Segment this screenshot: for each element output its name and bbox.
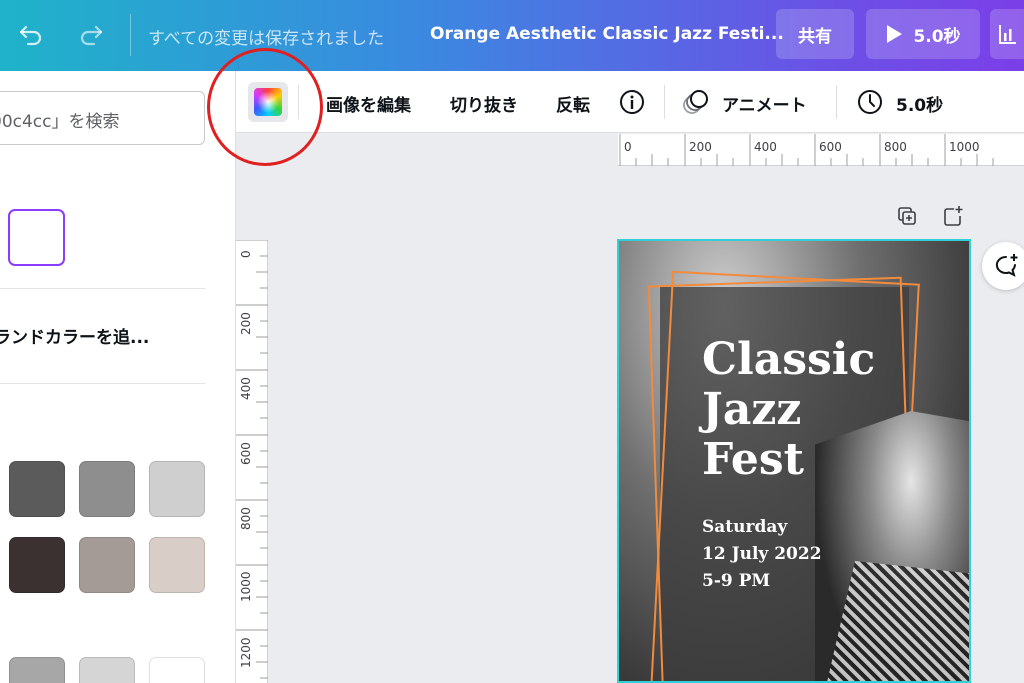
comment-add-icon (995, 254, 1018, 277)
top-bar: すべての変更は保存されました Orange Aesthetic Classic … (0, 0, 1024, 71)
add-page-button[interactable] (941, 204, 965, 228)
animate-button[interactable]: アニメート (722, 91, 807, 116)
color-swatch[interactable] (149, 461, 205, 517)
poster-design[interactable]: Classic Jazz Fest Saturday 12 July 2022 … (617, 239, 971, 683)
play-duration: 5.0秒 (913, 26, 961, 47)
ruler-label: 1200 (239, 637, 253, 668)
ruler-label: 400 (754, 140, 777, 154)
color-swatch[interactable] (9, 657, 65, 683)
ruler-label: 600 (239, 442, 253, 465)
share-button[interactable]: 共有 (776, 9, 854, 59)
undo-icon (19, 25, 42, 46)
info-icon (620, 90, 644, 114)
info-button[interactable] (618, 88, 646, 116)
duration-icon-wrap[interactable] (856, 88, 884, 116)
animate-icon (683, 90, 708, 114)
ruler-label: 800 (884, 140, 907, 154)
redo-button[interactable] (74, 18, 108, 52)
color-swatch[interactable] (79, 461, 135, 517)
crop-button[interactable]: 切り抜き (450, 91, 518, 116)
date-line: 5-9 PM (702, 571, 771, 591)
add-comment-button[interactable] (982, 242, 1024, 290)
color-swatch[interactable] (79, 657, 135, 683)
save-status: すべての変更は保存されました (148, 29, 385, 49)
color-swatch[interactable] (149, 657, 205, 683)
add-color-swatch[interactable] (8, 209, 65, 266)
flip-button[interactable]: 反転 (556, 91, 590, 116)
ruler-label: 1000 (949, 140, 980, 154)
title-line: Jazz (702, 384, 802, 435)
ruler-label: 200 (689, 140, 712, 154)
toolbar-divider (664, 85, 665, 119)
ruler-label: 0 (624, 140, 632, 154)
ruler-label: 400 (239, 377, 253, 400)
color-swatch[interactable] (79, 537, 135, 593)
document-title[interactable]: Orange Aesthetic Classic Jazz Festi... (430, 24, 784, 44)
ruler-label: 600 (819, 140, 842, 154)
color-search-input[interactable]: 00c4cc」を検索 (0, 91, 205, 145)
ruler-label: 1000 (239, 571, 253, 602)
animate-icon-wrap[interactable] (682, 88, 710, 116)
insights-button[interactable] (990, 9, 1024, 59)
panel-divider (0, 383, 205, 384)
date-line: Saturday (702, 517, 788, 537)
duration-button[interactable]: 5.0秒 (896, 91, 943, 116)
color-swatch[interactable] (9, 537, 65, 593)
ruler-label: 0 (239, 250, 253, 258)
undo-button[interactable] (14, 18, 48, 52)
play-icon (887, 25, 903, 43)
toolbar-divider (836, 85, 837, 119)
title-line: Fest (702, 434, 804, 485)
title-line: Classic (702, 334, 876, 385)
color-swatch[interactable] (9, 461, 65, 517)
play-button[interactable]: 5.0秒 (866, 9, 980, 59)
ruler-label: 800 (239, 507, 253, 530)
poster-title[interactable]: Classic Jazz Fest (702, 335, 875, 485)
top-ruler: 0 200 400 600 800 1000 (618, 134, 1024, 166)
left-ruler: 0 200 400 600 800 1000 1200 (236, 240, 268, 683)
bar-chart-icon (999, 25, 1016, 44)
search-placeholder: 00c4cc」を検索 (0, 112, 120, 132)
add-page-icon (944, 206, 963, 226)
duplicate-icon (898, 207, 916, 225)
edit-image-button[interactable]: 画像を編集 (326, 91, 411, 116)
color-swatch[interactable] (149, 537, 205, 593)
redo-icon (80, 25, 103, 46)
color-panel: 00c4cc」を検索 ランドカラーを追... (0, 71, 236, 683)
topbar-divider (130, 14, 131, 56)
poster-date-info[interactable]: Saturday 12 July 2022 5-9 PM (702, 514, 822, 595)
highlight-annotation-circle (207, 48, 323, 166)
clock-icon (858, 90, 882, 114)
date-line: 12 July 2022 (702, 544, 822, 564)
context-toolbar: 画像を編集 切り抜き 反転 アニメート 5.0秒 (236, 71, 1024, 133)
ruler-label: 200 (239, 312, 253, 335)
add-brand-color-label[interactable]: ランドカラーを追... (0, 323, 149, 348)
panel-divider (0, 288, 205, 289)
duplicate-page-button[interactable] (895, 204, 919, 228)
